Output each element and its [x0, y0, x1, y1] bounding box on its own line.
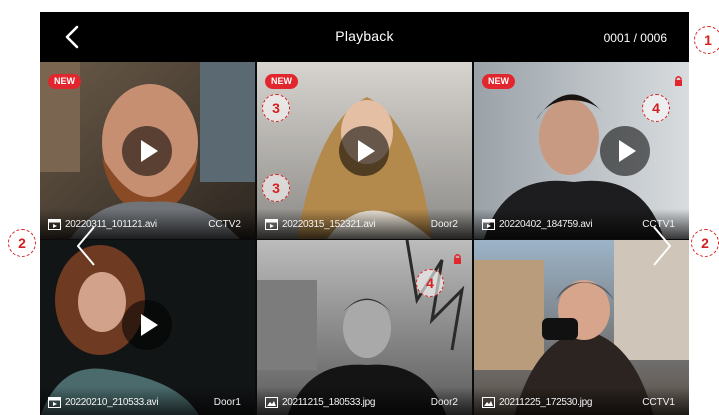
callout-1: 1 — [694, 26, 719, 54]
thumbnail-tile[interactable]: 20220210_210533.avi Door1 — [40, 240, 255, 415]
file-name: 20220315_152321.avi — [282, 219, 376, 230]
top-bar: Playback 0001 / 0006 — [40, 12, 689, 62]
page-title: Playback — [335, 28, 394, 44]
file-name: 20220210_210533.avi — [65, 397, 159, 408]
new-badge: NEW — [48, 74, 81, 89]
play-icon[interactable] — [600, 126, 650, 176]
callout-4-top: 4 — [642, 94, 670, 122]
thumbnail-grid: NEW 20220311_101121.avi CCTV2 NEW 202203… — [40, 62, 689, 415]
callout-3-bottom: 3 — [262, 174, 290, 202]
file-name: 20220402_184759.avi — [499, 219, 593, 230]
camera-label: Door2 — [430, 397, 458, 408]
file-name: 20211225_172530.jpg — [499, 397, 593, 408]
callout-4-bottom: 4 — [416, 269, 444, 297]
camera-label: CCTV2 — [208, 219, 241, 230]
lock-icon — [454, 254, 461, 264]
file-counter: 0001 / 0006 — [603, 31, 667, 45]
video-file-icon — [48, 219, 61, 230]
video-file-icon — [48, 397, 61, 408]
play-icon[interactable] — [122, 300, 172, 350]
callout-2-left: 2 — [8, 229, 36, 257]
camera-label: Door1 — [213, 397, 241, 408]
camera-label: CCTV1 — [642, 397, 675, 408]
play-icon[interactable] — [339, 126, 389, 176]
play-icon[interactable] — [122, 126, 172, 176]
video-file-icon — [482, 219, 495, 230]
lock-icon — [675, 76, 682, 86]
thumbnail-tile[interactable]: 20211215_180533.jpg Door2 — [257, 240, 472, 415]
thumbnail-tile[interactable]: NEW 20220315_152321.avi Door2 — [257, 62, 472, 239]
image-file-icon — [265, 397, 278, 408]
callout-2-right: 2 — [691, 229, 719, 257]
chevron-right-icon[interactable] — [650, 224, 674, 268]
thumbnail-tile[interactable]: NEW 20220311_101121.avi CCTV2 — [40, 62, 255, 239]
file-name: 20211215_180533.jpg — [282, 397, 376, 408]
camera-label: Door2 — [430, 219, 458, 230]
chevron-left-icon[interactable] — [74, 224, 98, 268]
callout-3-top: 3 — [262, 94, 290, 122]
new-badge: NEW — [482, 74, 515, 89]
new-badge: NEW — [265, 74, 298, 89]
thumbnail-tile[interactable]: NEW 20220402_184759.avi CCTV1 — [474, 62, 689, 239]
image-file-icon — [482, 397, 495, 408]
video-file-icon — [265, 219, 278, 230]
playback-screen: Playback 0001 / 0006 NEW 20220311_101121… — [40, 12, 689, 415]
